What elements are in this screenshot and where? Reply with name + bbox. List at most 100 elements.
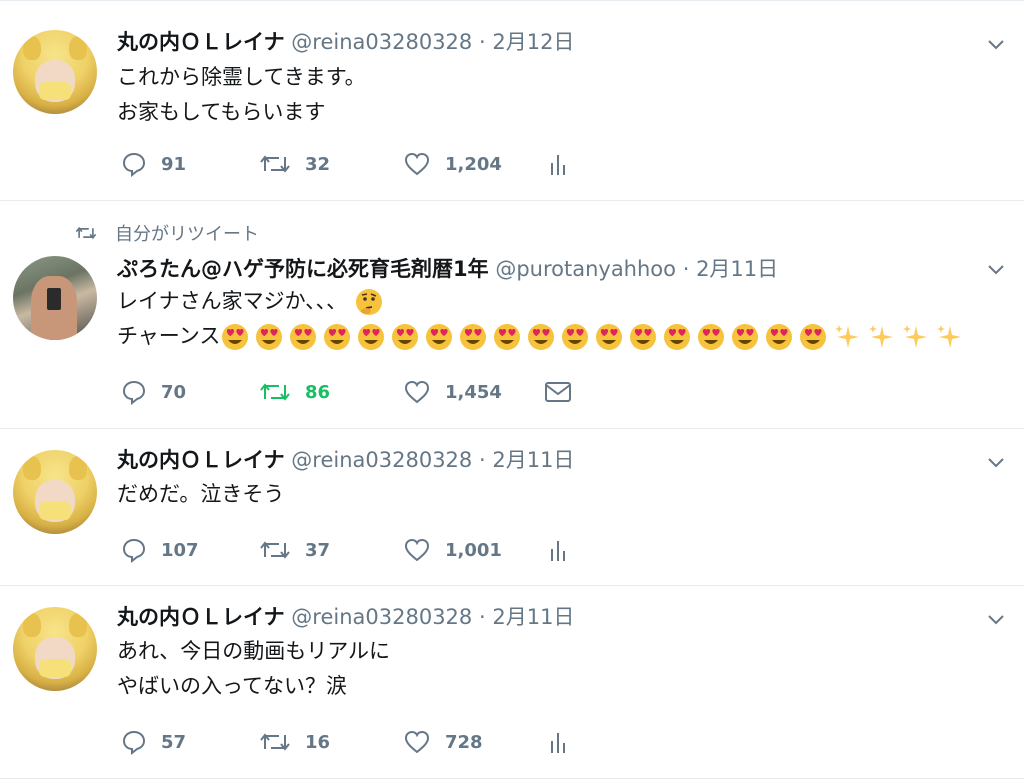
retweet-button[interactable]: 32 bbox=[259, 149, 330, 179]
analytics-icon bbox=[551, 155, 565, 175]
like-count: 728 bbox=[445, 731, 483, 753]
tweet-actions: 107 37 1,001 bbox=[117, 535, 597, 565]
heart-eyes-face-icon bbox=[222, 323, 249, 350]
like-button[interactable]: 1,204 bbox=[403, 149, 502, 179]
author-handle[interactable]: @reina03280328 bbox=[291, 605, 472, 629]
tweet-text-line: チャーンス bbox=[117, 324, 221, 348]
analytics-button[interactable] bbox=[549, 149, 569, 179]
like-button[interactable]: 1,001 bbox=[403, 535, 502, 565]
direct-message-button[interactable] bbox=[544, 377, 572, 407]
author-name[interactable]: 丸の内ＯＬレイナ bbox=[117, 448, 285, 472]
heart-eyes-face-icon bbox=[596, 323, 623, 350]
tweet-actions: 57 16 728 bbox=[117, 727, 597, 757]
tweet-text-line: これから除霊してきます。 bbox=[117, 65, 366, 89]
heart-icon bbox=[404, 538, 430, 562]
retweet-icon bbox=[260, 383, 290, 401]
heart-eyes-face-icon bbox=[528, 323, 555, 350]
author-handle[interactable]: @reina03280328 bbox=[291, 448, 472, 472]
reply-button[interactable]: 107 bbox=[121, 535, 199, 565]
heart-eyes-face-icon bbox=[494, 323, 521, 350]
avatar[interactable] bbox=[13, 607, 97, 691]
heart-eyes-face-icon bbox=[426, 323, 453, 350]
sparkles-icon bbox=[835, 324, 860, 348]
timestamp[interactable]: 2月11日 bbox=[492, 605, 574, 629]
retweet-button[interactable]: 16 bbox=[259, 727, 330, 757]
reply-count: 91 bbox=[161, 153, 187, 175]
heart-eyes-face-icon bbox=[562, 323, 589, 350]
reply-count: 107 bbox=[161, 539, 199, 561]
heart-icon bbox=[404, 380, 430, 404]
heart-eyes-face-icon bbox=[630, 323, 657, 350]
retweet-count: 32 bbox=[305, 153, 331, 175]
like-count: 1,204 bbox=[445, 153, 502, 175]
retweet-button[interactable]: 86 bbox=[259, 377, 330, 407]
avatar[interactable] bbox=[13, 450, 97, 534]
tweet-text-line: あれ、今日の動画もリアルに bbox=[117, 639, 390, 663]
heart-icon bbox=[404, 730, 430, 754]
avatar[interactable] bbox=[13, 30, 97, 114]
like-button[interactable]: 728 bbox=[403, 727, 483, 757]
thinking-face-icon bbox=[355, 289, 382, 315]
separator-dot: · bbox=[478, 448, 486, 472]
tweet-text-line: レイナさん家マジか、、、 bbox=[117, 289, 348, 313]
chevron-down-icon[interactable] bbox=[988, 40, 1004, 50]
like-button[interactable]: 1,454 bbox=[403, 377, 502, 407]
analytics-button[interactable] bbox=[549, 727, 569, 757]
reply-button[interactable]: 57 bbox=[121, 727, 186, 757]
tweet[interactable]: 丸の内ＯＬレイナ @reina03280328 · 2月11日 あれ、今日の動画… bbox=[0, 585, 1024, 779]
tweet-actions: 70 86 1,454 bbox=[117, 377, 597, 407]
heart-eyes-face-icon bbox=[800, 323, 827, 350]
like-count: 1,454 bbox=[445, 381, 502, 403]
heart-eyes-face-icon bbox=[698, 323, 725, 350]
author-name[interactable]: 丸の内ＯＬレイナ bbox=[117, 30, 285, 54]
author-name[interactable]: 丸の内ＯＬレイナ bbox=[117, 605, 285, 629]
sparkles-icon bbox=[903, 324, 928, 348]
tweet-actions: 91 32 1,204 bbox=[117, 149, 597, 179]
avatar[interactable] bbox=[13, 256, 97, 340]
heart-icon bbox=[404, 152, 430, 176]
heart-eyes-face-icon bbox=[664, 323, 691, 350]
heart-eyes-face-icon bbox=[290, 323, 317, 350]
retweet-count: 16 bbox=[305, 731, 331, 753]
retweet-icon bbox=[260, 541, 290, 559]
heart-eyes-face-icon bbox=[324, 323, 351, 350]
timestamp[interactable]: 2月12日 bbox=[492, 30, 574, 54]
tweet-text-line: やばいの入ってない？涙 bbox=[117, 674, 347, 698]
retweet-count: 86 bbox=[305, 381, 331, 403]
analytics-icon bbox=[551, 541, 565, 561]
timeline: 丸の内ＯＬレイナ @reina03280328 · 2月12日 これから除霊して… bbox=[0, 0, 1024, 782]
author-handle[interactable]: @purotanyahhoo bbox=[495, 257, 676, 281]
chevron-down-icon[interactable] bbox=[988, 265, 1004, 275]
heart-eyes-face-icon bbox=[358, 323, 385, 350]
author-handle[interactable]: @reina03280328 bbox=[291, 30, 472, 54]
tweet[interactable]: 丸の内ＯＬレイナ @reina03280328 · 2月11日 だめだ。泣きそう… bbox=[0, 428, 1024, 586]
separator-dot: · bbox=[478, 605, 486, 629]
heart-eyes-face-icon bbox=[732, 323, 759, 350]
reply-icon bbox=[122, 538, 146, 563]
analytics-button[interactable] bbox=[549, 535, 569, 565]
tweet[interactable]: ぷろたん@ハゲ予防に必死育毛剤暦1年 @purotanyahhoo · 2月11… bbox=[0, 200, 1024, 429]
retweet-button[interactable]: 37 bbox=[259, 535, 330, 565]
timestamp[interactable]: 2月11日 bbox=[696, 257, 778, 281]
heart-eyes-face-icon bbox=[460, 323, 487, 350]
author-name[interactable]: ぷろたん@ハゲ予防に必死育毛剤暦1年 bbox=[117, 257, 489, 281]
separator-dot: · bbox=[478, 30, 486, 54]
reply-icon bbox=[122, 380, 146, 405]
reply-icon bbox=[122, 152, 146, 177]
timestamp[interactable]: 2月11日 bbox=[492, 448, 574, 472]
tweet[interactable]: 丸の内ＯＬレイナ @reina03280328 · 2月12日 これから除霊して… bbox=[0, 8, 1024, 201]
heart-eyes-face-icon bbox=[766, 323, 793, 350]
reply-button[interactable]: 70 bbox=[121, 377, 186, 407]
sparkles-icon bbox=[869, 324, 894, 348]
divider bbox=[0, 0, 1024, 1]
reply-button[interactable]: 91 bbox=[121, 149, 186, 179]
chevron-down-icon[interactable] bbox=[988, 615, 1004, 625]
retweet-count: 37 bbox=[305, 539, 331, 561]
reply-count: 70 bbox=[161, 381, 187, 403]
reply-icon bbox=[122, 730, 146, 755]
sparkles-icon bbox=[937, 324, 962, 348]
retweet-icon bbox=[260, 155, 290, 173]
heart-eyes-face-icon bbox=[256, 323, 283, 350]
chevron-down-icon[interactable] bbox=[988, 458, 1004, 468]
reply-count: 57 bbox=[161, 731, 187, 753]
